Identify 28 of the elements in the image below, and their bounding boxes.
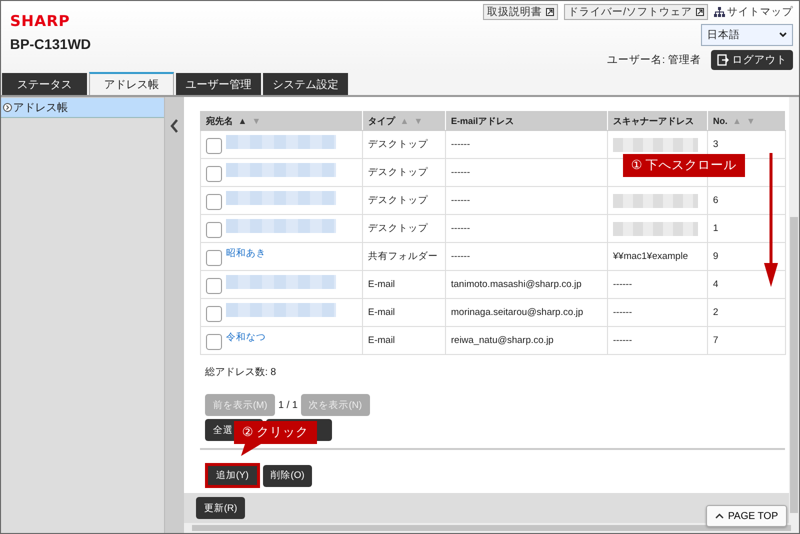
table-cell: reiwa_natu@sharp.co.jp [446,326,608,354]
table-cell: ¥¥mac1¥example [608,242,708,270]
table-cell: E-mail [362,326,446,354]
table-cell: デスクトップ [362,186,446,214]
table-cell: ------ [446,158,608,186]
model-name: BP-C131WD [10,36,91,52]
table-cell: デスクトップ [362,214,446,242]
table-cell: 2 [708,298,786,326]
table-cell: ------ [446,130,608,158]
table-cell: デスクトップ [362,130,446,158]
table-cell: 7 [708,326,786,354]
table-cell: ------ [446,214,608,242]
scroll-tooltip: ① 下へスクロール [623,154,745,177]
table-cell: E-mail [362,298,446,326]
page-indicator: 1 / 1 [278,400,298,410]
table-cell: ------ [608,270,708,298]
table-cell: 共有フォルダー [362,242,446,270]
table-cell: morinaga.seitarou@sharp.co.jp [446,298,608,326]
table-cell: ------ [446,186,608,214]
total-count: 総アドレス数: 8 [205,366,278,379]
brand-logo: SHARP [10,12,72,30]
table-cell: デスクトップ [362,158,446,186]
table-cell: ------ [608,298,708,326]
user-name: ユーザー名: 管理者 [607,53,701,67]
table-cell: tanimoto.masashi@sharp.co.jp [446,270,608,298]
table-cell: ------ [446,242,608,270]
table-cell: E-mail [362,270,446,298]
table-cell: ------ [608,326,708,354]
